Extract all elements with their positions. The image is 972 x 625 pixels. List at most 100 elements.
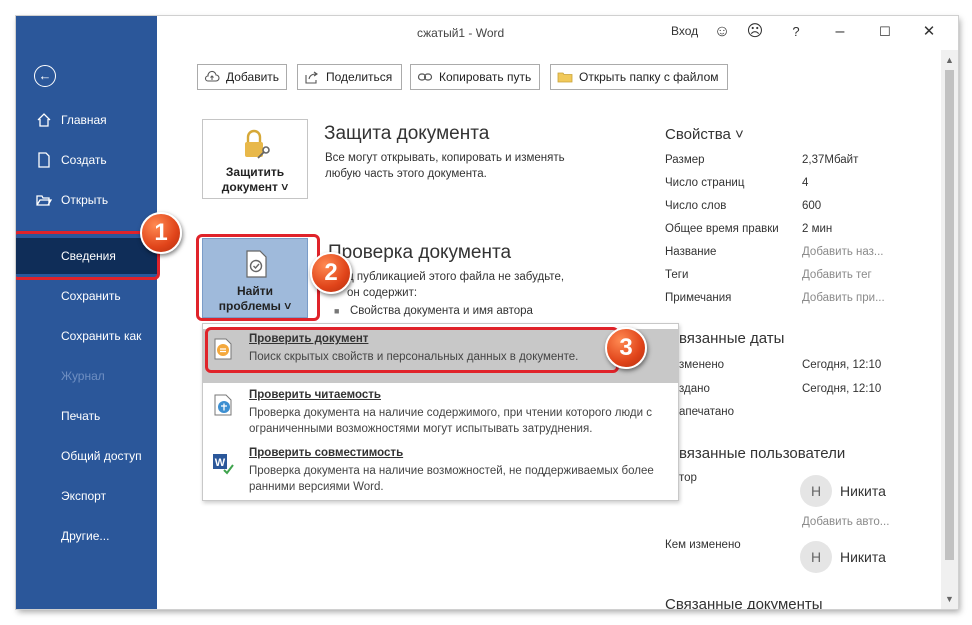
accessibility-icon: [214, 394, 232, 416]
modified-by-label: Кем изменено: [665, 539, 741, 551]
author-label: тор: [679, 472, 697, 484]
menu-item-check-compatibility[interactable]: W Проверить совместимость Проверка докум…: [203, 443, 678, 499]
sidebar-item-save[interactable]: Сохранить: [16, 278, 157, 314]
sidebar-item-print[interactable]: Печать: [16, 398, 157, 434]
share-icon: [305, 71, 318, 84]
modified-by-name[interactable]: Никита: [840, 549, 886, 565]
frown-feedback-icon[interactable]: ☹: [746, 23, 764, 41]
scroll-up-icon[interactable]: ▲: [941, 52, 958, 68]
related-people-heading: вязанные пользователи: [679, 445, 846, 462]
sidebar-item-label: Журнал: [61, 369, 105, 383]
prop-value: 600: [802, 200, 822, 212]
copy-path-button-label: Копировать путь: [439, 70, 532, 84]
add-button-label: Добавить: [226, 70, 280, 84]
signin-link[interactable]: Вход: [671, 24, 698, 38]
title-field[interactable]: Добавить наз...: [802, 246, 884, 258]
sidebar-item-label: Другие...: [61, 529, 110, 543]
inspect-text-line2: он содержит:: [347, 287, 418, 299]
prop-label: Название: [665, 246, 717, 258]
prop-value: 2 мин: [802, 223, 833, 235]
share-button[interactable]: Поделиться: [297, 64, 402, 90]
word-compatibility-icon: W: [213, 454, 234, 475]
open-folder-button-label: Открыть папку с файлом: [579, 70, 719, 84]
sidebar-item-share[interactable]: Общий доступ: [16, 438, 157, 474]
prop-label: Примечания: [665, 292, 732, 304]
folder-icon: [557, 72, 573, 83]
new-document-icon: [38, 152, 50, 168]
prop-value: 2,37Мбайт: [802, 154, 859, 166]
help-button[interactable]: ?: [787, 23, 805, 41]
prop-label: Число слов: [665, 200, 727, 212]
inspect-bullet-text: Свойства документа и имя автора: [350, 305, 533, 317]
tags-field[interactable]: Добавить тег: [802, 269, 872, 281]
inspect-section-title: Проверка документа: [328, 242, 512, 263]
prop-label: Размер: [665, 154, 705, 166]
sidebar-item-label: Сохранить как: [61, 329, 142, 343]
step-badge-3: 3: [605, 327, 647, 369]
back-arrow-icon[interactable]: ←: [34, 65, 56, 87]
scrollbar-thumb[interactable]: [945, 70, 954, 560]
minimize-icon[interactable]: –: [831, 23, 849, 41]
step-badge-2: 2: [310, 252, 352, 294]
related-documents-heading: Связанные документы: [665, 596, 823, 609]
highlight-info: [16, 231, 160, 280]
menu-item-check-accessibility[interactable]: Проверить читаемость Проверка документа …: [203, 385, 678, 441]
sidebar-item-label: Создать: [61, 153, 107, 167]
highlight-inspect-document: [205, 327, 619, 373]
protect-section-title: Защита документа: [324, 123, 490, 144]
smile-feedback-icon[interactable]: ☺: [713, 23, 731, 41]
window-title: сжатый1 - Word: [417, 26, 505, 40]
close-icon[interactable]: ✕: [920, 23, 938, 41]
sidebar-item-label: Главная: [61, 113, 107, 127]
prop-label: Число страниц: [665, 177, 745, 189]
prop-value: Сегодня, 12:10: [802, 383, 882, 395]
menu-item-desc: Проверка документа на наличие возможност…: [249, 465, 654, 493]
sidebar-item-more[interactable]: Другие...: [16, 518, 157, 554]
title-bar: сжатый1 - Word Вход ☺ ☹ ? – ☐ ✕: [157, 16, 958, 50]
author-name[interactable]: Никита: [840, 483, 886, 499]
sidebar-item-save-as[interactable]: Сохранить как: [16, 318, 157, 354]
sidebar-item-history: Журнал: [16, 358, 157, 394]
prop-label: здано: [679, 383, 710, 395]
prop-label: Теги: [665, 269, 689, 281]
sidebar-item-label: Сохранить: [61, 289, 121, 303]
protect-button-line1: Защитить: [225, 165, 285, 179]
cloud-upload-icon: [204, 70, 220, 82]
step-badge-1: 1: [140, 212, 182, 254]
link-icon: [417, 73, 433, 81]
prop-value: Сегодня, 12:10: [802, 359, 882, 371]
menu-item-title: Проверить читаемость: [249, 389, 381, 401]
backstage-sidebar: ← Главная Создать Открыть Сведения Сохра…: [16, 16, 157, 609]
inspect-text-line1: д публикацией этого файла не забудьте,: [347, 271, 565, 283]
sidebar-item-label: Общий доступ: [61, 449, 142, 463]
avatar: Н: [800, 541, 832, 573]
maximize-icon[interactable]: ☐: [876, 23, 894, 41]
sidebar-item-home[interactable]: Главная: [16, 102, 157, 138]
avatar: Н: [800, 475, 832, 507]
sidebar-item-export[interactable]: Экспорт: [16, 478, 157, 514]
open-folder-button[interactable]: Открыть папку с файлом: [550, 64, 728, 90]
sidebar-item-label: Печать: [61, 409, 101, 423]
menu-item-title: Проверить совместимость: [249, 447, 404, 459]
folder-open-icon: [36, 195, 52, 206]
sidebar-item-label: Экспорт: [61, 489, 107, 503]
add-author-link[interactable]: Добавить авто...: [802, 516, 889, 528]
protect-button-line2: документ ˅: [221, 180, 289, 194]
menu-item-desc: Проверка документа на наличие содержимог…: [249, 407, 652, 435]
scroll-down-icon[interactable]: ▼: [941, 591, 958, 607]
comments-field[interactable]: Добавить при...: [802, 292, 885, 304]
protect-document-button[interactable]: Защитить документ ˅: [202, 119, 308, 199]
add-button[interactable]: Добавить: [197, 64, 287, 90]
share-button-label: Поделиться: [326, 70, 393, 84]
protect-section-text: Все могут открывать, копировать и изменя…: [325, 152, 565, 180]
copy-path-button[interactable]: Копировать путь: [410, 64, 540, 90]
lock-key-icon: [245, 129, 270, 159]
vertical-scrollbar[interactable]: ▲ ▼: [941, 50, 958, 609]
properties-heading[interactable]: Свойства ˅: [665, 126, 744, 143]
sidebar-item-open[interactable]: Открыть: [16, 182, 157, 218]
highlight-check-issues: [196, 234, 320, 321]
sidebar-item-new[interactable]: Создать: [16, 142, 157, 178]
svg-text:W: W: [215, 457, 226, 469]
prop-value: 4: [802, 177, 809, 189]
related-dates-heading: вязанные даты: [679, 330, 785, 347]
